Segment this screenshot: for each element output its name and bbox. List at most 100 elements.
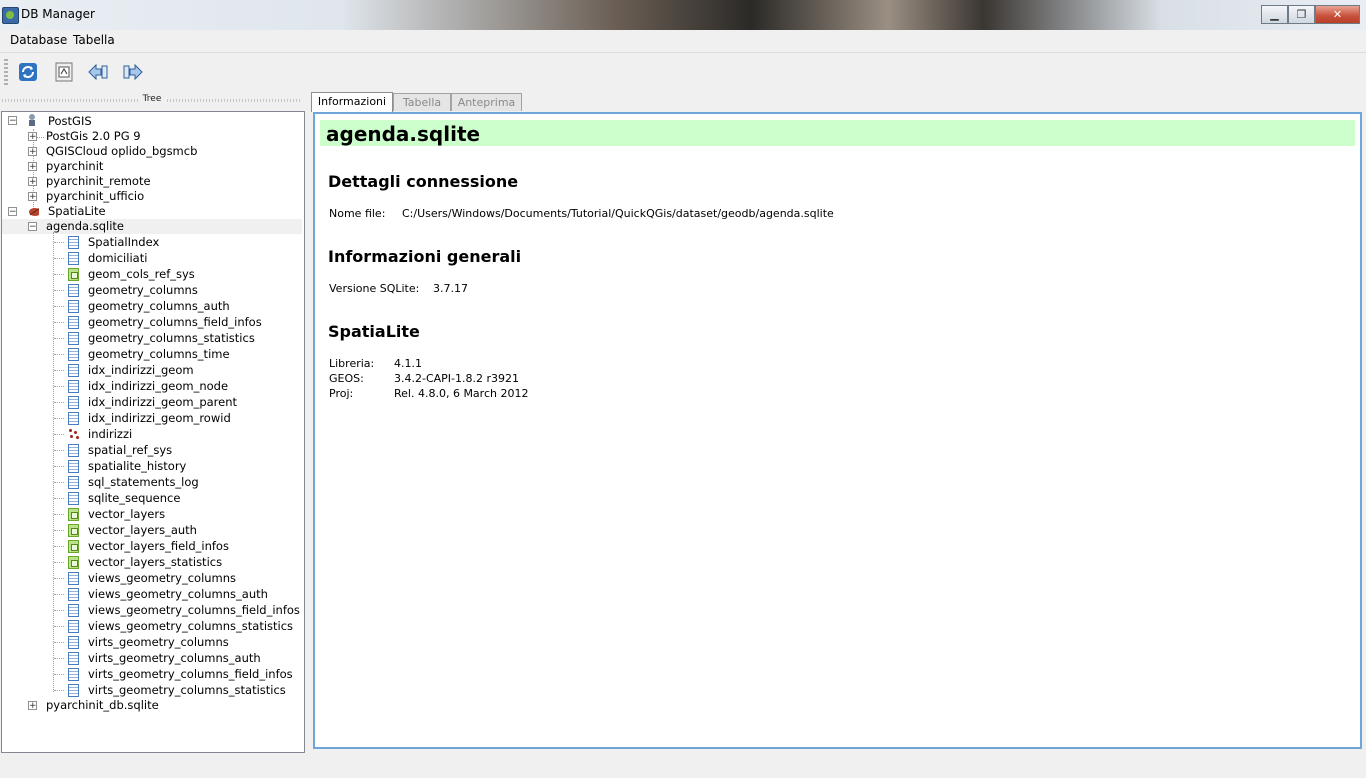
tree-item-table[interactable]: vector_layers xyxy=(88,507,165,522)
tree-item-connection[interactable]: pyarchinit_remote xyxy=(46,174,151,189)
tree-item-table[interactable]: virts_geometry_columns_statistics xyxy=(88,683,286,698)
expander-postgis-conn-5[interactable]: + xyxy=(28,192,37,202)
tree-item-table[interactable]: sql_statements_log xyxy=(88,475,199,490)
tree-item-table[interactable]: views_geometry_columns_auth xyxy=(88,587,268,602)
sql-window-icon xyxy=(55,62,73,82)
table-icon xyxy=(68,620,79,633)
postgis-elephant-icon xyxy=(29,114,35,126)
info-panel: agenda.sqlite Dettagli connessione Nome … xyxy=(313,112,1362,749)
table-icon xyxy=(68,636,79,649)
import-layer-button[interactable] xyxy=(87,61,109,83)
tree-item-table[interactable]: virts_geometry_columns xyxy=(88,635,229,650)
tree-item-table[interactable]: virts_geometry_columns_field_infos xyxy=(88,667,293,682)
expander-postgis[interactable]: − xyxy=(8,116,17,126)
toolbar xyxy=(0,52,1366,91)
tree-item-table[interactable]: vector_layers_auth xyxy=(88,523,197,538)
tree-item-spatialite[interactable]: SpatiaLite xyxy=(48,204,106,219)
tree-item-table[interactable]: geometry_columns_statistics xyxy=(88,331,255,346)
table-icon xyxy=(68,412,79,425)
menu-database[interactable]: Database xyxy=(10,33,67,47)
tree-item-connection[interactable]: pyarchinit_ufficio xyxy=(46,189,144,204)
maximize-button[interactable]: ❐ xyxy=(1288,5,1315,24)
tree-item-table[interactable]: views_geometry_columns xyxy=(88,571,236,586)
toolbar-grip[interactable] xyxy=(4,59,8,85)
menu-tabella[interactable]: Tabella xyxy=(73,33,115,47)
file-name-value: C:/Users/Windows/Documents/Tutorial/Quic… xyxy=(402,207,834,220)
tree-item-table[interactable]: geometry_columns_auth xyxy=(88,299,230,314)
table-icon xyxy=(68,364,79,377)
menu-bar: Database Tabella xyxy=(0,31,1366,51)
database-tree[interactable]: − PostGIS + PostGis 2.0 PG 9 + QGISCloud… xyxy=(1,111,305,753)
tree-dock-title[interactable]: Tree xyxy=(2,94,302,107)
expander-postgis-conn-1[interactable]: + xyxy=(28,132,37,142)
minimize-icon: ▁ xyxy=(1270,8,1279,21)
export-file-button[interactable] xyxy=(122,61,144,83)
geometry-table-icon xyxy=(68,540,79,553)
tree-item-table[interactable]: indirizzi xyxy=(88,427,132,442)
table-icon xyxy=(68,668,79,681)
table-icon xyxy=(68,348,79,361)
tree-item-table[interactable]: sqlite_sequence xyxy=(88,491,180,506)
export-file-icon xyxy=(123,63,143,81)
tab-anteprima[interactable]: Anteprima xyxy=(451,93,522,111)
expander-postgis-conn-3[interactable]: + xyxy=(28,162,37,172)
library-value: 4.1.1 xyxy=(394,357,422,370)
table-icon xyxy=(68,316,79,329)
geometry-table-icon xyxy=(68,508,79,521)
tree-item-connection[interactable]: QGISCloud oplido_bgsmcb xyxy=(46,144,197,159)
tree-item-table[interactable]: spatial_ref_sys xyxy=(88,443,172,458)
expander-agenda-sqlite[interactable]: − xyxy=(28,222,37,232)
file-name-label: Nome file: xyxy=(329,207,386,220)
tree-item-table[interactable]: idx_indirizzi_geom_node xyxy=(88,379,228,394)
geometry-table-icon xyxy=(68,524,79,537)
library-label: Libreria: xyxy=(329,357,375,370)
table-icon xyxy=(68,492,79,505)
expander-pyarchinit-db[interactable]: + xyxy=(28,701,37,711)
close-icon: ✕ xyxy=(1332,8,1343,21)
tree-item-table[interactable]: views_geometry_columns_statistics xyxy=(88,619,293,634)
tree-item-table[interactable]: idx_indirizzi_geom xyxy=(88,363,194,378)
tree-item-table[interactable]: geom_cols_ref_sys xyxy=(88,267,195,282)
tree-item-postgis[interactable]: PostGIS xyxy=(48,114,92,129)
expander-postgis-conn-4[interactable]: + xyxy=(28,177,37,187)
tree-item-table[interactable]: vector_layers_field_infos xyxy=(88,539,229,554)
tree-item-table[interactable]: views_geometry_columns_field_infos xyxy=(88,603,300,618)
proj-value: Rel. 4.8.0, 6 March 2012 xyxy=(394,387,529,400)
tree-item-table[interactable]: vector_layers_statistics xyxy=(88,555,222,570)
tree-item-connection[interactable]: PostGis 2.0 PG 9 xyxy=(46,129,141,144)
table-icon xyxy=(68,380,79,393)
tab-tabella[interactable]: Tabella xyxy=(393,93,451,111)
tree-item-agenda-sqlite[interactable]: agenda.sqlite xyxy=(46,219,124,234)
refresh-button[interactable] xyxy=(17,61,39,83)
tree-item-table[interactable]: virts_geometry_columns_auth xyxy=(88,651,261,666)
tree-item-table[interactable]: SpatialIndex xyxy=(88,235,159,250)
db-manager-app-icon xyxy=(2,7,19,24)
tree-item-table[interactable]: domiciliati xyxy=(88,251,147,266)
tree-item-connection[interactable]: pyarchinit xyxy=(46,159,103,174)
tree-item-table[interactable]: geometry_columns xyxy=(88,283,198,298)
table-icon xyxy=(68,684,79,697)
close-button[interactable]: ✕ xyxy=(1315,5,1360,24)
table-icon xyxy=(68,476,79,489)
import-layer-icon xyxy=(88,63,108,81)
table-icon xyxy=(68,300,79,313)
title-bar: DB Manager ▁ ❐ ✕ xyxy=(0,0,1366,30)
tree-item-table[interactable]: idx_indirizzi_geom_rowid xyxy=(88,411,231,426)
expander-spatialite[interactable]: − xyxy=(8,207,17,217)
general-info-heading: Informazioni generali xyxy=(328,247,522,266)
tab-informazioni[interactable]: Informazioni xyxy=(311,92,393,112)
tree-item-table[interactable]: idx_indirizzi_geom_parent xyxy=(88,395,237,410)
database-title: agenda.sqlite xyxy=(326,122,481,146)
table-icon xyxy=(68,604,79,617)
tree-item-pyarchinit-db-sqlite[interactable]: pyarchinit_db.sqlite xyxy=(46,698,159,713)
tree-item-table[interactable]: spatialite_history xyxy=(88,459,186,474)
table-icon xyxy=(68,460,79,473)
point-layer-icon xyxy=(68,428,80,440)
sql-window-button[interactable] xyxy=(53,61,75,83)
tree-item-table[interactable]: geometry_columns_time xyxy=(88,347,230,362)
tree-item-table[interactable]: geometry_columns_field_infos xyxy=(88,315,262,330)
expander-postgis-conn-2[interactable]: + xyxy=(28,147,37,157)
minimize-button[interactable]: ▁ xyxy=(1261,5,1288,24)
table-icon xyxy=(68,588,79,601)
geometry-table-icon xyxy=(68,556,79,569)
